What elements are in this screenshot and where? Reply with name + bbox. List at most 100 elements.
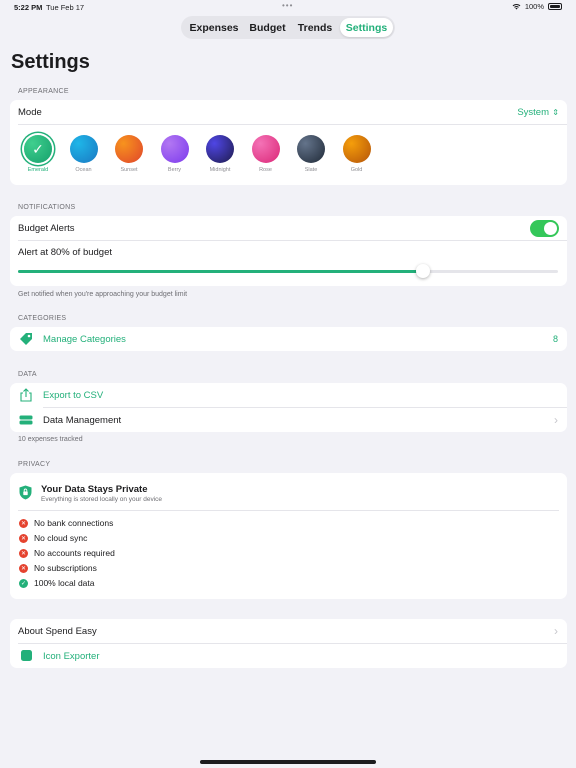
- section-label-privacy: PRIVACY: [18, 461, 51, 468]
- storage-icon: [19, 415, 33, 425]
- theme-label: Rose: [259, 167, 272, 173]
- checkmark-icon: ✓: [32, 140, 44, 157]
- data-card: Export to CSV Data Management ›: [10, 383, 567, 432]
- theme-option-sunset[interactable]: Sunset: [109, 135, 149, 173]
- theme-option-emerald[interactable]: ✓ Emerald: [18, 135, 58, 173]
- page-title: Settings: [11, 51, 90, 73]
- theme-option-rose[interactable]: Rose: [246, 135, 286, 173]
- privacy-subtitle: Everything is stored locally on your dev…: [41, 496, 163, 503]
- alert-threshold-slider[interactable]: [18, 264, 558, 278]
- alert-threshold-label-row: Alert at 80% of budget: [10, 241, 567, 263]
- status-date: Tue Feb 17: [46, 3, 85, 12]
- privacy-item: ✕ No bank connections: [19, 518, 113, 528]
- theme-option-gold[interactable]: Gold: [337, 135, 377, 173]
- export-csv-row[interactable]: Export to CSV: [10, 383, 567, 407]
- battery-percent: 100%: [524, 2, 544, 11]
- theme-swatch: [297, 135, 325, 163]
- up-down-chevron-icon: ⇕: [552, 108, 559, 117]
- slider-thumb[interactable]: [416, 264, 430, 278]
- privacy-item: ✕ No cloud sync: [19, 533, 87, 543]
- status-bar: 5:22 PM Tue Feb 17 ••• 100%: [0, 0, 576, 14]
- export-csv-label: Export to CSV: [43, 389, 104, 401]
- theme-option-berry[interactable]: Berry: [155, 135, 195, 173]
- budget-alerts-toggle[interactable]: [530, 220, 559, 237]
- theme-label: Sunset: [120, 167, 138, 173]
- theme-label: Slate: [304, 167, 318, 173]
- budget-alerts-row: Budget Alerts: [10, 216, 567, 240]
- theme-swatch: [115, 135, 143, 163]
- theme-option-midnight[interactable]: Midnight: [200, 135, 240, 173]
- appearance-card: Mode System ⇕ ✓ Emerald Ocean Sunset Berry Mi…: [10, 100, 567, 185]
- privacy-item: ✓ 100% local data: [19, 578, 95, 588]
- manage-categories-row[interactable]: Manage Categories 8: [10, 327, 567, 351]
- slider-fill: [18, 270, 423, 273]
- theme-label: Gold: [350, 167, 363, 173]
- privacy-item-text: No cloud sync: [34, 533, 88, 543]
- theme-label: Ocean: [75, 167, 92, 173]
- categories-count: 8: [552, 334, 558, 344]
- theme-label: Berry: [167, 167, 182, 173]
- data-management-row[interactable]: Data Management ›: [10, 408, 567, 432]
- tag-icon: [20, 333, 32, 345]
- theme-swatches: ✓ Emerald Ocean Sunset Berry Midnight Rose Slat…: [10, 125, 567, 185]
- x-circle-icon: ✕: [19, 548, 28, 558]
- icon-exporter-row[interactable]: Icon Exporter: [10, 644, 567, 668]
- privacy-item-text: No subscriptions: [34, 563, 97, 573]
- alert-threshold-label: Alert at 80% of budget: [18, 246, 113, 258]
- theme-swatch: [160, 135, 189, 163]
- tab-expenses[interactable]: Expenses: [183, 18, 245, 37]
- main-tab-bar: Expenses Budget Trends Settings: [181, 16, 395, 39]
- about-label: About Spend Easy: [18, 625, 97, 637]
- theme-swatch: [69, 135, 98, 163]
- battery-icon: [548, 3, 562, 10]
- about-row[interactable]: About Spend Easy ›: [10, 619, 567, 643]
- tab-budget[interactable]: Budget: [245, 18, 290, 37]
- icon-exporter-label: Icon Exporter: [43, 650, 100, 662]
- chevron-right-icon: ›: [554, 413, 558, 427]
- divider: [18, 510, 559, 511]
- privacy-title: Your Data Stays Private: [41, 484, 148, 495]
- status-time: 5:22 PM: [14, 3, 43, 12]
- tab-trends[interactable]: Trends: [290, 18, 340, 37]
- privacy-item-text: 100% local data: [34, 578, 95, 588]
- theme-swatch: [342, 135, 371, 163]
- data-footer: 10 expenses tracked: [18, 436, 83, 443]
- privacy-item-text: No bank connections: [34, 518, 114, 528]
- tab-settings[interactable]: Settings: [340, 18, 393, 37]
- theme-label: Emerald: [27, 167, 49, 173]
- x-circle-icon: ✕: [19, 533, 28, 543]
- share-icon: [20, 388, 32, 402]
- mode-row[interactable]: Mode System ⇕: [10, 100, 567, 125]
- check-circle-icon: ✓: [19, 578, 28, 588]
- wifi-icon: [512, 3, 521, 10]
- privacy-item: ✕ No subscriptions: [19, 563, 97, 573]
- notifications-card: Budget Alerts Alert at 80% of budget: [10, 216, 567, 286]
- x-circle-icon: ✕: [19, 563, 28, 573]
- data-management-label: Data Management: [43, 414, 122, 426]
- section-label-data: DATA: [18, 371, 37, 378]
- home-indicator: [200, 760, 376, 764]
- theme-option-slate[interactable]: Slate: [291, 135, 331, 173]
- notifications-footer: Get notified when you're approaching you…: [18, 291, 188, 298]
- app-square-icon: [21, 650, 32, 661]
- section-label-categories: CATEGORIES: [18, 315, 67, 322]
- lock-shield-icon: [19, 485, 32, 500]
- status-right: 100%: [512, 2, 562, 11]
- mode-label: Mode: [18, 107, 42, 118]
- theme-swatch: ✓: [24, 135, 52, 163]
- theme-label: Midnight: [209, 167, 231, 173]
- section-label-appearance: APPEARANCE: [18, 88, 69, 95]
- manage-categories-label: Manage Categories: [43, 333, 126, 345]
- multitasking-dots[interactable]: •••: [282, 1, 293, 10]
- theme-swatch: [251, 135, 280, 163]
- chevron-right-icon: ›: [554, 624, 558, 638]
- budget-alerts-label: Budget Alerts: [18, 222, 75, 234]
- categories-card: Manage Categories 8: [10, 327, 567, 351]
- about-card: About Spend Easy › Icon Exporter: [10, 619, 567, 668]
- mode-value[interactable]: System: [517, 107, 549, 118]
- privacy-item-text: No accounts required: [34, 548, 115, 558]
- theme-option-ocean[interactable]: Ocean: [64, 135, 104, 173]
- privacy-card: Your Data Stays Private Everything is st…: [10, 473, 567, 599]
- theme-swatch: [206, 135, 234, 163]
- x-circle-icon: ✕: [19, 518, 28, 528]
